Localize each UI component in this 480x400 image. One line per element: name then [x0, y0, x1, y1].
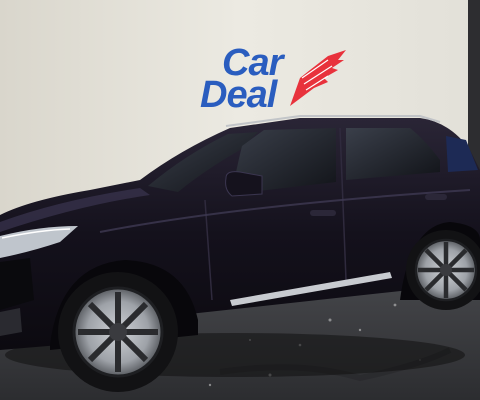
photo-scene: Car Deal: [0, 0, 480, 400]
logo-text-deal: Deal: [200, 74, 277, 116]
front-wheel: [58, 272, 178, 392]
eagle-icon: [290, 50, 346, 106]
car-deal-logo: Car Deal: [200, 42, 350, 116]
side-mirror: [225, 171, 263, 197]
